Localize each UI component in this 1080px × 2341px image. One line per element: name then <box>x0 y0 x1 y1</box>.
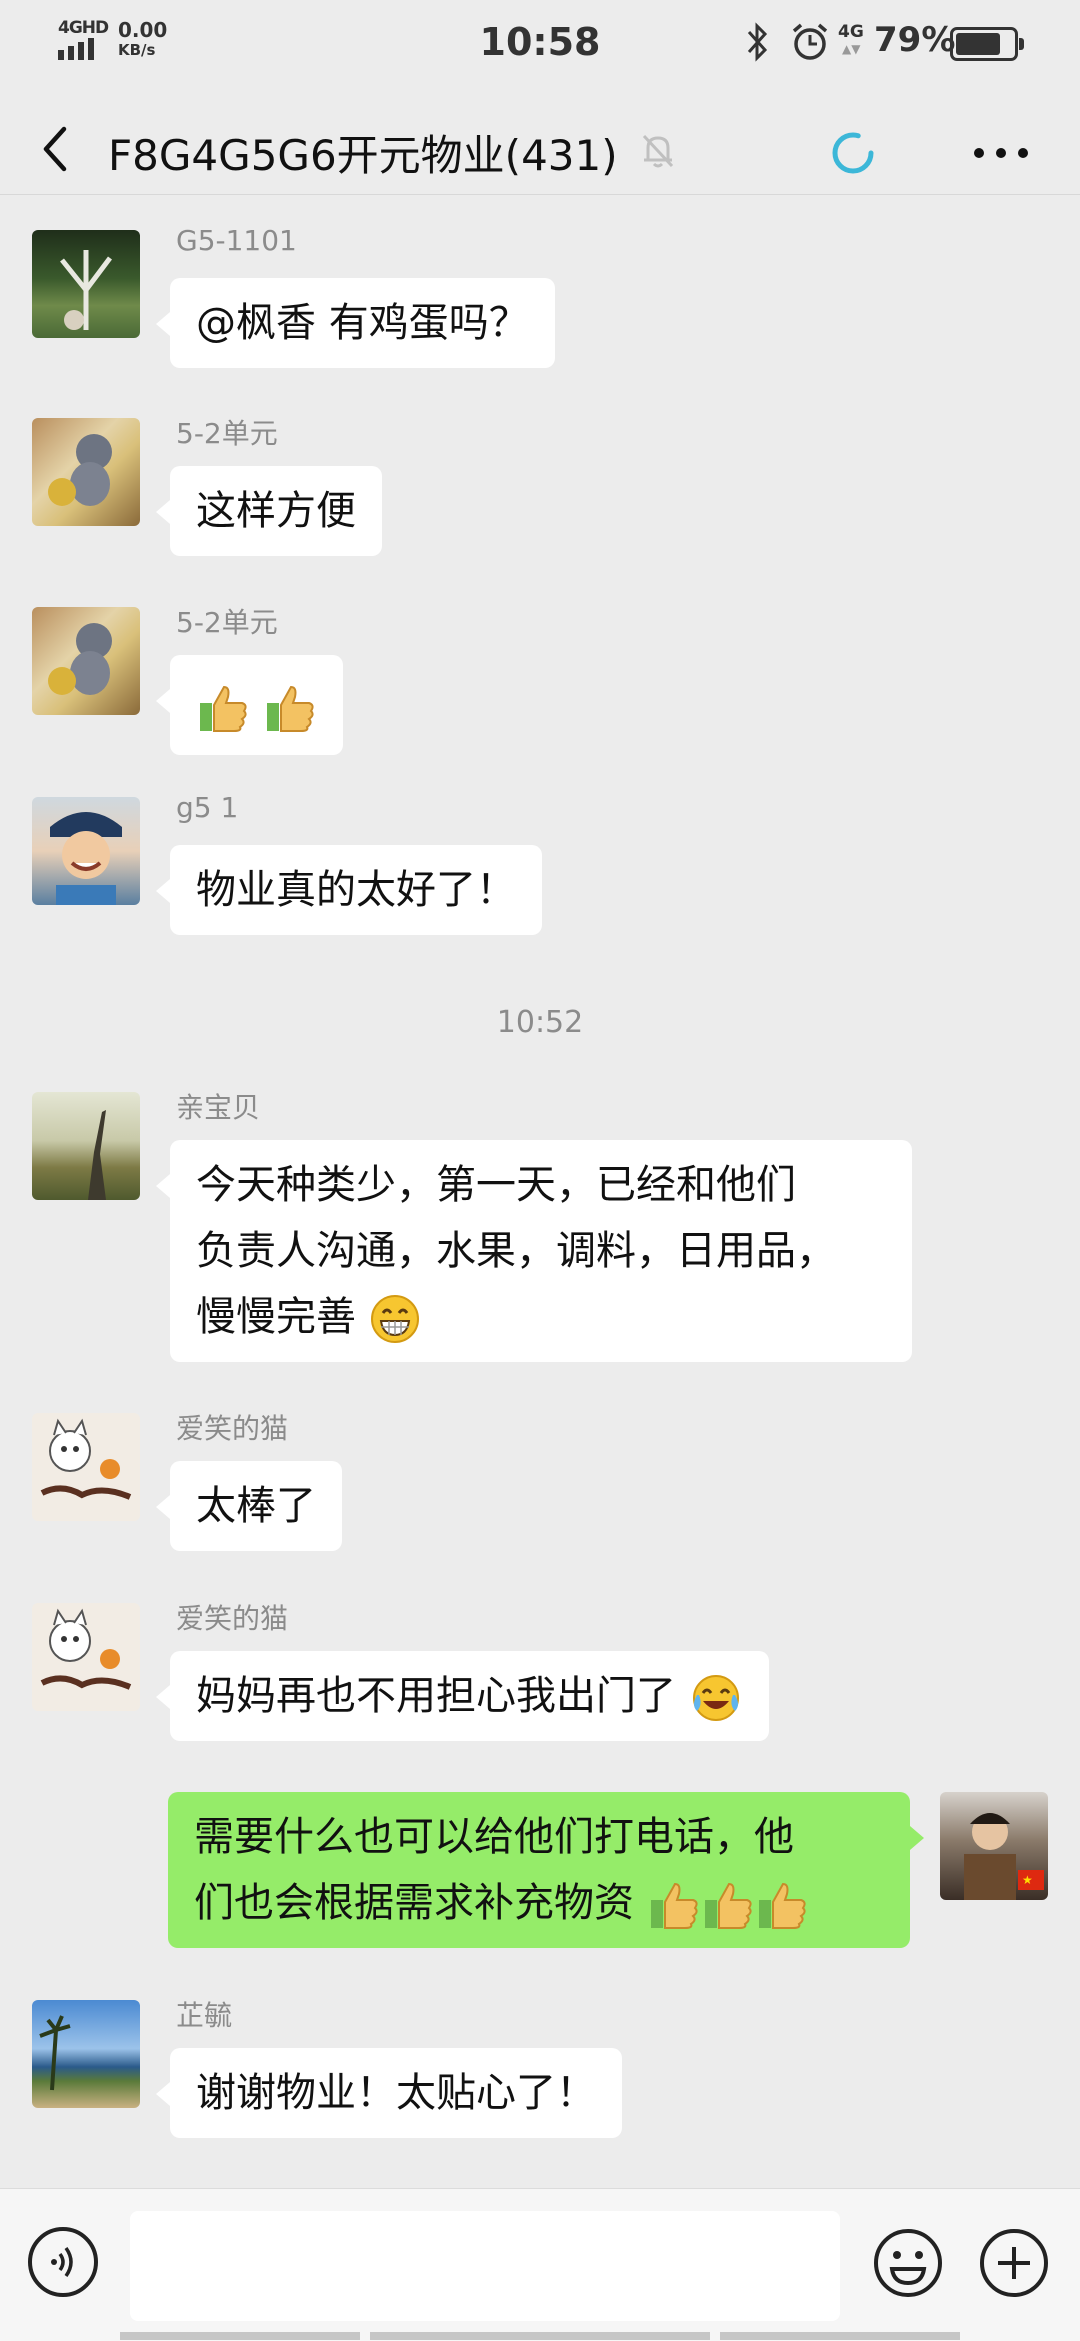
message-line: 慢慢完善 <box>196 1294 356 1340</box>
message-line: 今天种类少，第一天，已经和他们 <box>196 1162 796 1208</box>
thumbs-up-emoji <box>758 1882 806 1929</box>
sender-name: g5 1 <box>176 791 239 824</box>
back-arrow-icon <box>43 126 67 172</box>
avatar[interactable] <box>32 1413 140 1521</box>
message-bubble[interactable]: 这样方便 <box>156 466 382 556</box>
more-options-button[interactable] <box>966 128 1036 178</box>
thumbs-up-emoji <box>704 1882 752 1929</box>
sender-name: 芷毓 <box>176 1999 233 2032</box>
sender-name: G5-1101 <box>176 224 297 257</box>
sender-name: 亲宝贝 <box>176 1091 261 1124</box>
bluetooth-icon <box>747 22 768 62</box>
avatar[interactable] <box>32 230 140 338</box>
time-divider: 10:52 <box>496 1005 584 1040</box>
sender-name: 5-2单元 <box>176 417 278 450</box>
avatar[interactable] <box>32 1092 140 1200</box>
network-speed-value: 0.00 <box>118 18 168 42</box>
message-line: 负责人沟通，水果，调料，日用品， <box>196 1228 836 1274</box>
data-arrows-icon: ▲▼ <box>842 42 861 56</box>
message-line: 需要什么也可以给他们打电话，他 <box>194 1814 794 1860</box>
thumbs-up-emoji <box>650 1882 698 1929</box>
voice-button[interactable] <box>28 2227 98 2297</box>
message-bubble[interactable]: @枫香 有鸡蛋吗？ <box>156 278 555 368</box>
svg-text:★: ★ <box>1022 1873 1033 1887</box>
avatar[interactable] <box>32 797 140 905</box>
battery-percent: 79% <box>874 20 956 60</box>
status-bar: 4GHD 0.00 KB/s 10:58 4G ▲▼ 79% <box>0 0 1080 82</box>
message-bubble[interactable]: 妈妈再也不用担心我出门了 <box>156 1651 769 1741</box>
navigation-gesture-bar <box>0 2332 1080 2340</box>
plus-icon[interactable] <box>978 2227 1050 2299</box>
mute-bell-icon <box>642 134 674 168</box>
avatar[interactable] <box>32 607 140 715</box>
cell-signal-icon: 4GHD <box>58 18 120 60</box>
message-text: 妈妈再也不用担心我出门了 <box>196 1673 676 1719</box>
message-bubble[interactable] <box>156 655 343 755</box>
chat-title: F8G4G5G6开元物业(431) <box>108 131 618 180</box>
sender-name: 爱笑的猫 <box>176 1412 289 1445</box>
tears-of-joy-emoji <box>692 1675 739 1721</box>
thumbs-up-emoji <box>200 685 247 732</box>
network-speed: 0.00 KB/s <box>118 20 167 60</box>
thumbs-up-emoji <box>266 685 314 732</box>
sender-name: 5-2单元 <box>176 606 278 639</box>
message-line: 们也会根据需求补充物资 <box>194 1880 634 1926</box>
loading-ring-icon <box>832 132 874 174</box>
message-bubble[interactable]: 物业真的太好了！ <box>156 845 542 935</box>
back-button[interactable] <box>30 124 80 174</box>
message-bubble[interactable]: 太棒了 <box>156 1461 342 1551</box>
emoji-face-icon[interactable] <box>872 2227 944 2299</box>
chat-header: F8G4G5G6开元物业(431) <box>0 104 1080 195</box>
avatar[interactable] <box>32 418 140 526</box>
message-bubble-outgoing[interactable]: 需要什么也可以给他们打电话，他 们也会根据需求补充物资 <box>168 1792 924 1948</box>
input-bar <box>0 2188 1080 2341</box>
voice-icon <box>51 2246 73 2278</box>
message-input[interactable] <box>130 2211 840 2321</box>
sender-name: 爱笑的猫 <box>176 1602 289 1635</box>
avatar[interactable] <box>32 1603 140 1711</box>
message-bubble[interactable]: 谢谢物业！太贴心了！ <box>156 2048 622 2138</box>
avatar-self[interactable]: ★ <box>940 1792 1048 1900</box>
mobile-network-label: 4G <box>838 22 864 42</box>
grinning-emoji <box>370 1295 419 1343</box>
network-generation: 4GHD <box>58 18 109 38</box>
more-dots-icon <box>974 148 1028 158</box>
message-bubble[interactable]: 今天种类少，第一天，已经和他们 负责人沟通，水果，调料，日用品， 慢慢完善 <box>156 1140 912 1362</box>
battery-icon <box>950 27 1024 61</box>
avatar[interactable] <box>32 2000 140 2108</box>
network-speed-unit: KB/s <box>118 41 156 59</box>
alarm-clock-icon <box>792 23 828 60</box>
